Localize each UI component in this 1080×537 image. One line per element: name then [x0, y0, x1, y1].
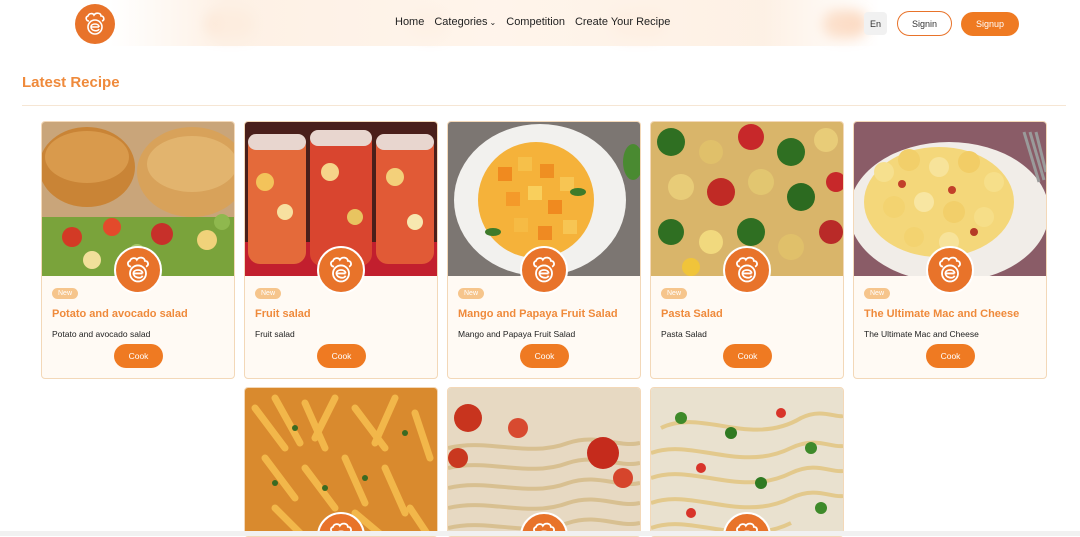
recipe-title[interactable]: Pasta Salad: [661, 308, 723, 320]
new-badge: New: [864, 288, 891, 299]
decorative-blob: [205, 10, 255, 38]
main-nav: Home Categories ⌄ Competition Create Your…: [395, 16, 670, 28]
recipe-title[interactable]: The Ultimate Mac and Cheese: [864, 308, 1019, 320]
language-selector[interactable]: En: [864, 12, 887, 35]
signup-button[interactable]: Signup: [961, 12, 1019, 36]
recipe-card[interactable]: New Mango and Papaya Fruit Salad Mango a…: [447, 121, 641, 379]
recipe-card[interactable]: [447, 387, 641, 537]
recipe-title[interactable]: Fruit salad: [255, 308, 311, 320]
top-navbar: Home Categories ⌄ Competition Create Your…: [0, 0, 1080, 48]
horizontal-scrollbar[interactable]: [0, 531, 1080, 536]
recipe-card[interactable]: New The Ultimate Mac and Cheese The Ulti…: [853, 121, 1047, 379]
cook-button[interactable]: Cook: [926, 344, 975, 368]
cook-button[interactable]: Cook: [520, 344, 569, 368]
chef-logo-icon: [926, 246, 974, 294]
recipe-card[interactable]: New Potato and avocado salad Potato and …: [41, 121, 235, 379]
decorative-blob: [822, 10, 867, 38]
chef-hat-logo-icon[interactable]: [75, 4, 115, 44]
chef-logo-icon: [317, 246, 365, 294]
recipe-title[interactable]: Mango and Papaya Fruit Salad: [458, 308, 618, 320]
cook-button[interactable]: Cook: [317, 344, 366, 368]
recipe-title[interactable]: Potato and avocado salad: [52, 308, 188, 320]
recipe-card[interactable]: New Pasta Salad Pasta Salad Cook: [650, 121, 844, 379]
new-badge: New: [52, 288, 79, 299]
recipe-card[interactable]: [650, 387, 844, 537]
nav-categories-label: Categories: [434, 16, 488, 28]
new-badge: New: [661, 288, 688, 299]
nav-create-recipe[interactable]: Create Your Recipe: [575, 16, 670, 28]
section-title: Latest Recipe: [22, 74, 120, 91]
recipe-description: Fruit salad: [255, 329, 295, 339]
recipe-description: Mango and Papaya Fruit Salad: [458, 329, 576, 339]
recipe-card[interactable]: [244, 387, 438, 537]
chef-logo-icon: [723, 246, 771, 294]
new-badge: New: [458, 288, 485, 299]
recipe-description: Potato and avocado salad: [52, 329, 151, 339]
nav-categories[interactable]: Categories ⌄: [434, 16, 496, 28]
new-badge: New: [255, 288, 282, 299]
nav-competition[interactable]: Competition: [506, 16, 565, 28]
divider: [22, 105, 1066, 106]
cook-button[interactable]: Cook: [723, 344, 772, 368]
chevron-down-icon: ⌄: [489, 18, 497, 27]
recipe-description: Pasta Salad: [661, 329, 707, 339]
cook-button[interactable]: Cook: [114, 344, 163, 368]
signin-button[interactable]: Signin: [897, 11, 952, 36]
chef-logo-icon: [114, 246, 162, 294]
nav-home[interactable]: Home: [395, 16, 424, 28]
recipe-description: The Ultimate Mac and Cheese: [864, 329, 979, 339]
chef-logo-icon: [520, 246, 568, 294]
recipe-card[interactable]: New Fruit salad Fruit salad Cook: [244, 121, 438, 379]
